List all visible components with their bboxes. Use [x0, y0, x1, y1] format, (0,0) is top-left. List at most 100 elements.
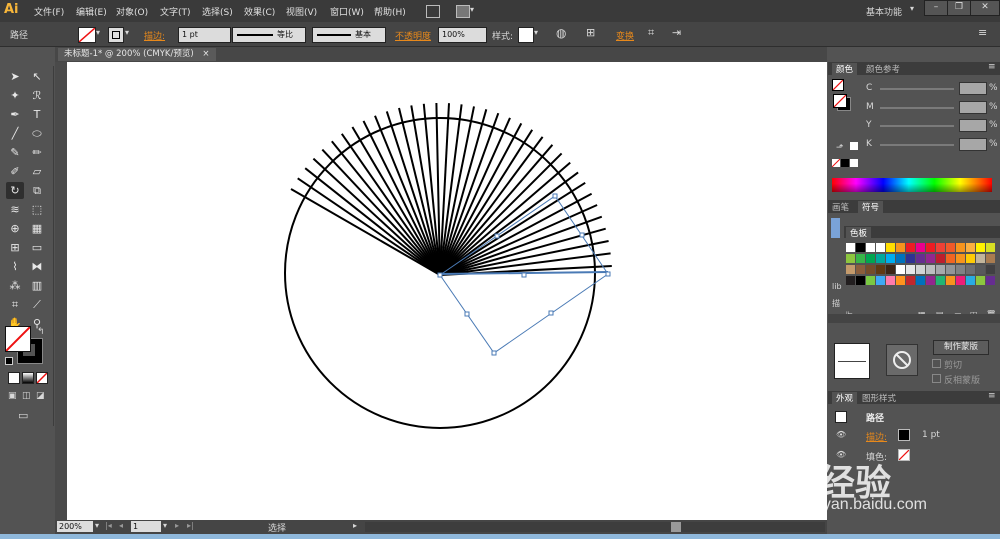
color-swatch[interactable] [916, 254, 925, 263]
zoom-level-input[interactable]: 200% [57, 521, 93, 532]
none-mode-icon[interactable] [36, 372, 48, 384]
color-swatch[interactable] [966, 276, 975, 285]
channel-m-slider[interactable] [880, 107, 954, 109]
color-swatch[interactable] [846, 276, 855, 285]
status-menu-icon[interactable]: ▸ [353, 521, 357, 530]
pen-tool-icon[interactable]: ✒ [6, 106, 24, 123]
menu-help[interactable]: 帮助(H) [374, 5, 406, 18]
stroke-swatch[interactable] [108, 27, 124, 43]
workspace-switcher[interactable]: 基本功能 [866, 5, 902, 18]
color-swatch[interactable] [946, 265, 955, 274]
channel-y-input[interactable] [959, 119, 987, 132]
transform-label-link[interactable]: 变换 [616, 29, 634, 42]
color-panel-fill-box[interactable] [833, 94, 847, 108]
out-of-gamut-icon[interactable]: ⬏ [836, 143, 844, 153]
tab-graphic-styles[interactable]: 图形样式 [862, 392, 896, 404]
tab-color[interactable]: 颜色 [832, 63, 858, 75]
fill-swatch[interactable] [78, 27, 96, 43]
chevron-down-icon[interactable]: ▾ [534, 28, 538, 37]
none-color-swatch[interactable] [831, 158, 841, 168]
tab-swatches[interactable]: 色板 [846, 227, 872, 239]
chevron-down-icon[interactable]: ▾ [125, 28, 129, 37]
channel-m-input[interactable] [959, 101, 987, 114]
last-artboard-icon[interactable]: ▸| [187, 521, 194, 530]
color-swatch[interactable] [906, 254, 915, 263]
color-swatch[interactable] [986, 265, 995, 274]
chevron-down-icon[interactable]: ▾ [470, 5, 474, 14]
align-icon[interactable]: ⊞ [586, 26, 595, 39]
color-swatch[interactable] [976, 265, 985, 274]
tab-symbols[interactable]: 符号 [858, 201, 884, 213]
variable-width-profile-select[interactable]: 等比 [232, 27, 306, 43]
color-swatch[interactable] [926, 276, 935, 285]
line-segment-tool-icon[interactable]: ╱ [6, 125, 24, 142]
channel-c-input[interactable] [959, 82, 987, 95]
artwork[interactable] [67, 62, 827, 520]
stroke-label-link[interactable]: 描边: [144, 29, 165, 42]
color-swatch[interactable] [936, 276, 945, 285]
minimize-button[interactable]: – [924, 0, 948, 16]
stroke-weight-input[interactable]: 1 pt [178, 27, 231, 43]
color-swatch[interactable] [896, 243, 905, 252]
menu-window[interactable]: 窗口(W) [330, 5, 364, 18]
swap-fill-stroke-icon[interactable]: ↰ [37, 327, 45, 337]
free-transform-tool-icon[interactable]: ⬚ [28, 201, 46, 218]
color-swatch[interactable] [956, 254, 965, 263]
color-swatch[interactable] [886, 276, 895, 285]
brush-panel-icon[interactable]: 描 [832, 298, 840, 309]
blend-tool-icon[interactable]: ⧓ [28, 258, 46, 275]
channel-k-input[interactable] [959, 138, 987, 151]
paintbrush-tool-icon[interactable]: ✎ [6, 144, 24, 161]
eraser-tool-icon[interactable]: ▱ [28, 163, 46, 180]
artboard-number-input[interactable]: 1 [131, 521, 161, 532]
brush-library-icon[interactable]: lib [832, 282, 842, 291]
chevron-down-icon[interactable]: ▾ [163, 521, 167, 530]
color-swatch[interactable] [856, 276, 865, 285]
invert-mask-checkbox[interactable] [932, 374, 941, 383]
color-swatch[interactable] [916, 243, 925, 252]
fill-color-box[interactable] [5, 326, 31, 352]
color-swatch[interactable] [866, 276, 875, 285]
ellipse-tool-icon[interactable]: ⬭ [28, 125, 46, 142]
color-swatch[interactable] [886, 243, 895, 252]
color-swatch[interactable] [876, 265, 885, 274]
menu-effect[interactable]: 效果(C) [244, 5, 275, 18]
gradient-mode-icon[interactable] [22, 372, 34, 384]
color-swatch[interactable] [956, 243, 965, 252]
panel-menu-icon[interactable]: ≡ [988, 62, 996, 72]
isolate-icon[interactable]: ⌗ [648, 26, 654, 40]
rotate-tool-icon[interactable]: ↻ [6, 182, 24, 199]
color-swatch[interactable] [866, 254, 875, 263]
color-swatch[interactable] [926, 254, 935, 263]
color-swatch[interactable] [856, 265, 865, 274]
graphic-style-swatch[interactable] [518, 27, 534, 43]
scrollbar-thumb[interactable] [671, 522, 681, 532]
lasso-tool-icon[interactable]: ℛ [28, 87, 46, 104]
channel-c-slider[interactable] [880, 88, 954, 90]
color-swatch[interactable] [926, 243, 935, 252]
color-swatch[interactable] [856, 243, 865, 252]
color-swatch[interactable] [946, 254, 955, 263]
color-panel-fill-icon[interactable] [832, 79, 844, 91]
color-swatch[interactable] [886, 254, 895, 263]
color-swatch[interactable] [966, 254, 975, 263]
color-swatch[interactable] [926, 265, 935, 274]
next-artboard-icon[interactable]: ▸ [175, 521, 179, 530]
document-tab[interactable]: 未标题-1* @ 200% (CMYK/预览) × [58, 48, 216, 61]
color-swatch[interactable] [936, 254, 945, 263]
black-color-swatch[interactable] [841, 159, 849, 167]
color-swatch[interactable] [876, 276, 885, 285]
color-swatch[interactable] [866, 265, 875, 274]
horizontal-scrollbar[interactable] [365, 522, 825, 532]
slice-tool-icon[interactable]: ⟋ [28, 296, 46, 313]
artboard-tool-icon[interactable]: ⌗ [6, 296, 24, 313]
color-swatch[interactable] [976, 276, 985, 285]
color-swatch[interactable] [876, 254, 885, 263]
draw-behind-icon[interactable]: ◫ [22, 391, 31, 401]
close-tab-icon[interactable]: × [202, 49, 209, 59]
make-mask-button[interactable]: 制作蒙版 [933, 340, 989, 355]
white-color-swatch[interactable] [850, 159, 858, 167]
type-tool-icon[interactable]: T [28, 106, 46, 123]
color-swatch[interactable] [946, 276, 955, 285]
color-swatch[interactable] [846, 254, 855, 263]
